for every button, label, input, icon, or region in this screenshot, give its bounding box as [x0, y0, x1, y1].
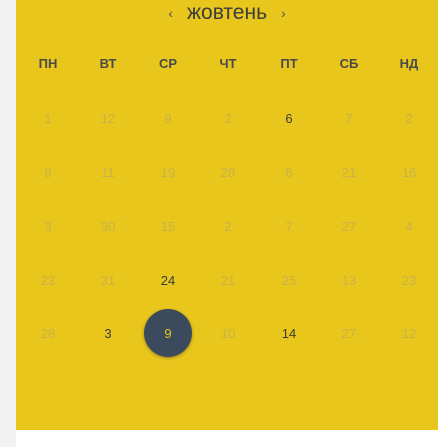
day-cell[interactable]: 27 — [319, 200, 379, 252]
day-number: 8 — [285, 164, 293, 180]
day-number: 21 — [341, 164, 357, 180]
day-cell[interactable]: 28 — [18, 307, 78, 359]
day-cell[interactable]: 23 — [18, 254, 78, 306]
weekday-label: ПТ — [280, 56, 298, 71]
day-number: 12 — [100, 110, 116, 126]
day-cell[interactable]: 10 — [198, 307, 258, 359]
day-cell[interactable]: 15 — [138, 200, 198, 252]
day-cell[interactable]: 3 — [78, 307, 138, 359]
day-number: 28 — [220, 164, 236, 180]
day-number: 30 — [100, 218, 116, 234]
day-number: 12 — [401, 325, 417, 341]
day-number: 6 — [285, 110, 293, 126]
day-number: 3 — [44, 218, 52, 234]
day-cell[interactable]: 7 — [259, 200, 319, 252]
weekday-label: НД — [399, 56, 419, 71]
day-cell[interactable]: 12 — [78, 92, 138, 144]
calendar-card: ‹ жовтень › ПН ВТ СР ЧТ ПТ СБ НД 1 12 9 2 6 7 2 8 11 19… — [16, 0, 438, 430]
day-cell[interactable]: 3 — [18, 200, 78, 252]
day-cell[interactable]: 28 — [198, 146, 258, 198]
weekday-header: ПН ВТ СР ЧТ ПТ СБ НД — [16, 56, 438, 76]
day-number: 23 — [401, 272, 417, 288]
day-cell[interactable]: 13 — [319, 254, 379, 306]
day-cell[interactable]: 24 — [138, 254, 198, 306]
day-number: 24 — [160, 272, 176, 288]
day-cell-selected[interactable]: 9 — [138, 307, 198, 359]
day-number: 13 — [341, 272, 357, 288]
day-number: 2 — [224, 110, 232, 126]
day-number: 14 — [281, 325, 297, 341]
day-number: 27 — [341, 218, 357, 234]
day-number: 21 — [220, 272, 236, 288]
day-cell[interactable]: 21 — [198, 254, 258, 306]
weekday-label: ВТ — [99, 56, 117, 71]
day-number: 9 — [144, 309, 192, 357]
day-cell[interactable]: 4 — [379, 200, 438, 252]
day-cell[interactable]: 31 — [78, 254, 138, 306]
weekday-label: ЧТ — [219, 56, 237, 71]
day-cell[interactable]: 27 — [319, 307, 379, 359]
day-number: 9 — [164, 110, 172, 126]
day-cell[interactable]: 16 — [379, 146, 438, 198]
day-number: 8 — [44, 164, 52, 180]
day-cell[interactable]: 7 — [319, 92, 379, 144]
weekday-label: ПН — [38, 56, 58, 71]
footer-bar — [16, 430, 438, 447]
day-number: 1 — [44, 110, 52, 126]
day-number: 23 — [40, 272, 56, 288]
day-cell[interactable]: 2 — [198, 92, 258, 144]
day-number: 19 — [160, 164, 176, 180]
day-number: 7 — [345, 110, 353, 126]
day-cell[interactable]: 23 — [379, 254, 438, 306]
day-number: 7 — [285, 218, 293, 234]
day-number: 15 — [160, 218, 176, 234]
day-number: 31 — [100, 272, 116, 288]
day-cell[interactable]: 6 — [259, 92, 319, 144]
day-cell[interactable]: 25 — [259, 254, 319, 306]
day-cell[interactable]: 21 — [319, 146, 379, 198]
day-number: 16 — [401, 164, 417, 180]
chevron-right-icon[interactable]: › — [281, 4, 286, 22]
day-cell[interactable]: 8 — [259, 146, 319, 198]
day-cell[interactable]: 1 — [18, 92, 78, 144]
day-cell[interactable]: 2 — [198, 200, 258, 252]
day-cell[interactable]: 11 — [78, 146, 138, 198]
day-number: 3 — [104, 325, 112, 341]
day-cell[interactable]: 12 — [379, 307, 438, 359]
day-cell[interactable]: 8 — [18, 146, 78, 198]
day-cell[interactable]: 14 — [259, 307, 319, 359]
day-number: 2 — [405, 110, 413, 126]
day-cell[interactable]: 2 — [379, 92, 438, 144]
weekday-label: СР — [158, 56, 178, 71]
day-number: 28 — [40, 325, 56, 341]
day-number: 11 — [101, 164, 115, 180]
day-cell[interactable]: 30 — [78, 200, 138, 252]
day-number: 25 — [281, 272, 297, 288]
day-cell[interactable]: 19 — [138, 146, 198, 198]
weekday-label: СБ — [339, 56, 359, 71]
day-cell[interactable]: 9 — [138, 92, 198, 144]
day-number: 2 — [224, 218, 232, 234]
day-number: 4 — [405, 218, 413, 234]
day-number: 27 — [341, 325, 357, 341]
month-navigation: ‹ жовтень › — [16, 0, 438, 26]
chevron-left-icon[interactable]: ‹ — [168, 4, 173, 22]
day-number: 10 — [220, 325, 236, 341]
month-title: жовтень — [186, 1, 268, 24]
